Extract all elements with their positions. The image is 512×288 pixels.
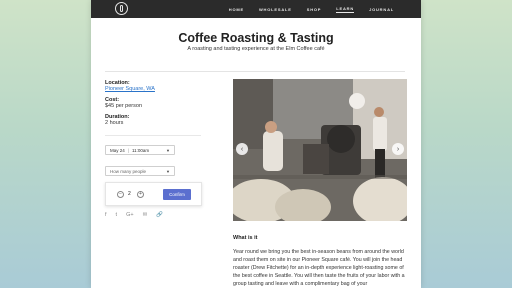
people-select[interactable]: How many people ▼ [105,166,175,176]
nav-journal[interactable]: JOURNAL [369,7,394,12]
confirm-button[interactable]: Confirm [163,189,191,200]
about-heading: What is it [233,235,258,241]
increment-button[interactable]: + [137,191,144,198]
nav-shop[interactable]: SHOP [307,7,322,12]
chevron-down-icon: ▼ [166,169,170,174]
duration-value: 2 hours [105,120,124,126]
chevron-down-icon: ▼ [166,148,170,153]
quantity-value: 2 [128,191,131,197]
share-icons: f t G+ ✉ 🔗 [105,212,172,218]
page-title: Coffee Roasting & Tasting [178,31,334,45]
cost-value: $45 per person [105,103,142,109]
about-body: Year round we bring you the best in-seas… [233,249,405,287]
email-icon[interactable]: ✉ [143,212,148,218]
main-nav: HOME WHOLESALE SHOP LEARN JOURNAL [214,0,394,18]
time-value: 11:00am [131,147,150,153]
details-divider [105,135,201,136]
app-window: HOME WHOLESALE SHOP LEARN JOURNAL Coffee… [91,0,421,288]
nav-home[interactable]: HOME [229,7,244,12]
roastery-photo [233,79,407,221]
people-placeholder: How many people [110,168,147,174]
gallery-next-button[interactable]: › [392,143,404,155]
decrement-button[interactable]: − [117,191,124,198]
facebook-icon[interactable]: f [105,212,107,218]
date-time-separator: | [127,147,129,153]
gallery-image: ‹ › [233,79,407,221]
gallery-prev-button[interactable]: ‹ [236,143,248,155]
location-link[interactable]: Pioneer Square, WA [105,86,215,92]
link-icon[interactable]: 🔗 [156,212,163,218]
twitter-icon[interactable]: t [116,212,118,218]
date-time-select[interactable]: May 24 | 11:00am ▼ [105,145,175,155]
top-nav-bar: HOME WHOLESALE SHOP LEARN JOURNAL [91,0,421,18]
event-details: Location: Pioneer Square, WA Cost: $45 p… [105,80,215,131]
nav-learn[interactable]: LEARN [336,6,355,13]
divider [105,71,405,72]
page-subtitle: A roasting and tasting experience at the… [187,46,325,52]
quantity-panel: − 2 + Confirm [105,182,202,206]
nav-wholesale[interactable]: WHOLESALE [259,7,292,12]
coffee-bean-logo-icon[interactable] [115,2,128,15]
date-value: May 24 [110,147,125,153]
google-plus-icon[interactable]: G+ [126,212,134,218]
